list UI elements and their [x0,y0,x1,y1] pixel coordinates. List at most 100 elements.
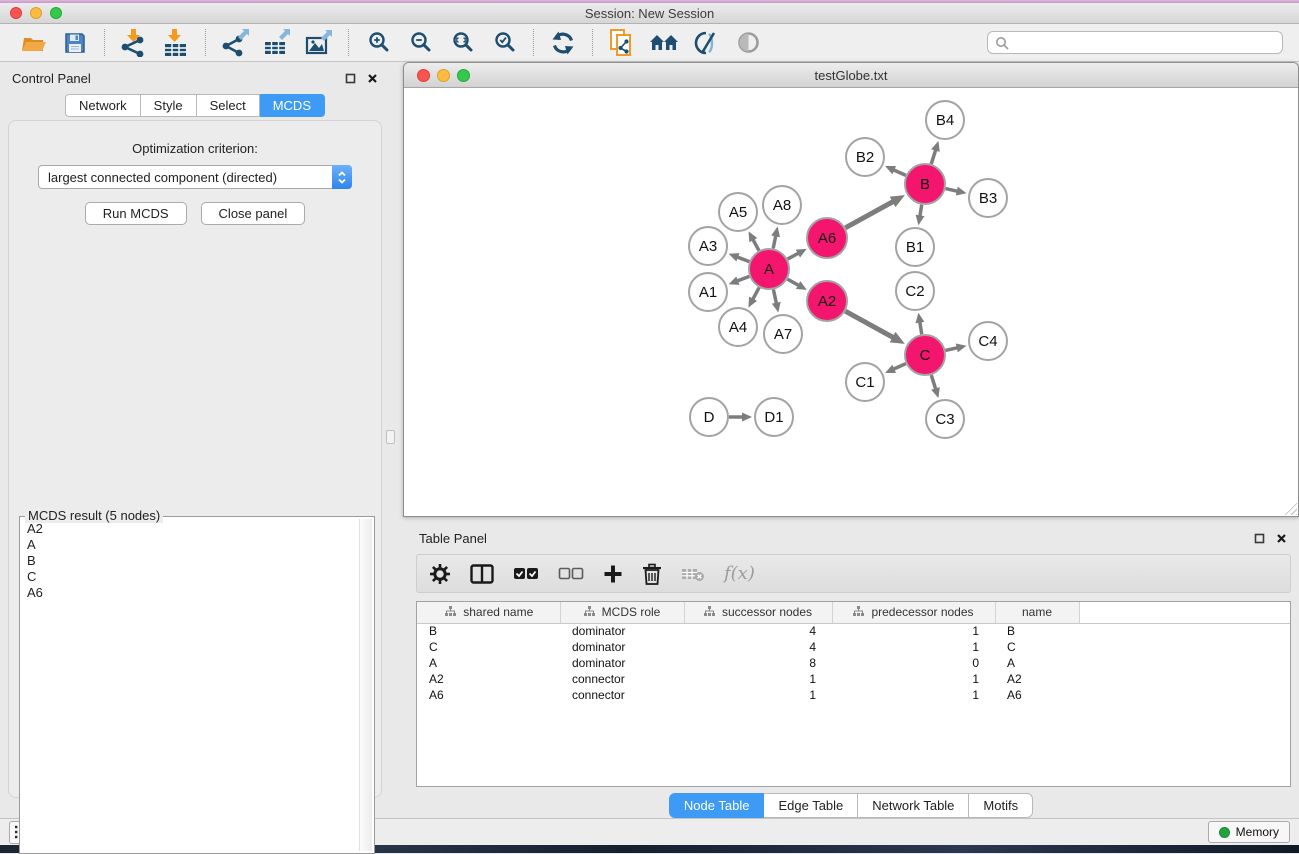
minimize-traffic-light[interactable] [437,69,450,82]
settings-gear-icon[interactable] [429,563,451,585]
cell-mcds_role[interactable]: connector [560,671,684,687]
tab-network[interactable]: Network [65,94,141,117]
open-session-icon[interactable] [16,27,50,59]
select-all-icon[interactable] [513,567,539,581]
cell-predecessor_nodes[interactable]: 1 [832,671,995,687]
cell-name[interactable]: A [995,655,1079,671]
export-image-icon[interactable] [302,27,336,59]
cell-successor_nodes[interactable]: 8 [684,655,832,671]
cell-successor_nodes[interactable]: 1 [684,671,832,687]
table-row[interactable]: Bdominator41B [417,623,1290,639]
cell-name[interactable]: B [995,623,1079,639]
zoom-selected-icon[interactable] [487,27,521,59]
cell-successor_nodes[interactable]: 1 [684,687,832,703]
table-row[interactable]: Adominator80A [417,655,1290,671]
deselect-all-icon[interactable] [558,567,584,581]
cell-mcds_role[interactable]: connector [560,687,684,703]
edge-A-A5[interactable] [753,239,759,250]
edge-C-C3[interactable] [931,375,935,389]
export-table-icon[interactable] [260,27,294,59]
close-traffic-light[interactable] [10,7,22,19]
edge-B-B1[interactable] [920,205,922,217]
cell-shared_name[interactable]: A2 [417,671,560,687]
close-panel-icon[interactable] [367,73,378,84]
edge-A-A2[interactable] [787,279,799,285]
export-network-icon[interactable] [218,27,252,59]
edge-A2-C[interactable] [845,311,893,337]
cell-name[interactable]: C [995,639,1079,655]
column-header-predecessor_nodes[interactable]: predecessor nodes [832,602,995,623]
function-builder-icon[interactable]: f(x) [724,563,755,584]
zoom-traffic-light[interactable] [457,69,470,82]
close-panel-button[interactable]: Close panel [201,202,306,225]
result-item[interactable]: A6 [22,585,356,601]
edge-B-B3[interactable] [945,189,957,192]
edge-A-A4[interactable] [753,288,759,300]
graphics-details-icon[interactable] [689,27,723,59]
column-header-shared_name[interactable]: shared name [417,602,560,623]
result-item[interactable]: A2 [22,521,356,537]
tab-motifs[interactable]: Motifs [969,793,1033,818]
cell-predecessor_nodes[interactable]: 1 [832,639,995,655]
delete-column-icon[interactable] [642,563,662,585]
float-panel-icon[interactable] [345,73,356,84]
cell-mcds_role[interactable]: dominator [560,655,684,671]
cell-shared_name[interactable]: C [417,639,560,655]
edge-B-B4[interactable] [931,150,935,164]
tab-mcds[interactable]: MCDS [260,94,325,117]
refresh-icon[interactable] [546,27,580,59]
zoom-fit-icon[interactable] [445,27,479,59]
edge-A-A6[interactable] [788,253,799,259]
network-home-icon[interactable] [647,27,681,59]
cell-predecessor_nodes[interactable]: 0 [832,655,995,671]
cell-shared_name[interactable]: A [417,655,560,671]
tab-network-table[interactable]: Network Table [858,793,969,818]
splitter-grip[interactable] [386,430,395,444]
close-traffic-light[interactable] [417,69,430,82]
edge-A-A8[interactable] [773,235,776,248]
cell-mcds_role[interactable]: dominator [560,639,684,655]
split-view-icon[interactable] [470,564,494,584]
cell-shared_name[interactable]: A6 [417,687,560,703]
table-row[interactable]: A6connector11A6 [417,687,1290,703]
cell-mcds_role[interactable]: dominator [560,623,684,639]
edge-C-C4[interactable] [945,348,957,351]
cell-name[interactable]: A6 [995,687,1079,703]
edge-A6-B[interactable] [845,201,893,227]
result-item[interactable]: A [22,537,356,553]
duplicate-network-icon[interactable] [605,27,639,59]
cell-predecessor_nodes[interactable]: 1 [832,623,995,639]
save-session-icon[interactable] [58,27,92,59]
edge-A-A7[interactable] [773,290,776,304]
add-column-icon[interactable] [603,564,623,584]
edge-C-C1[interactable] [893,364,906,370]
minimize-traffic-light[interactable] [30,7,42,19]
edge-C-C2[interactable] [920,322,922,335]
tab-node-table[interactable]: Node Table [669,793,765,818]
tab-style[interactable]: Style [141,94,197,117]
zoom-out-icon[interactable] [403,27,437,59]
delete-table-icon[interactable] [681,566,705,582]
close-panel-icon[interactable] [1276,533,1287,544]
cell-name[interactable]: A2 [995,671,1079,687]
edge-B-B2[interactable] [893,170,906,176]
result-scrollbar[interactable] [359,519,372,851]
cell-successor_nodes[interactable]: 4 [684,623,832,639]
panel-splitter[interactable] [390,62,403,818]
optimization-criterion-select[interactable]: largest connected component (directed) [38,165,352,189]
birds-eye-view-icon[interactable] [731,27,765,59]
float-panel-icon[interactable] [1254,533,1265,544]
column-header-successor_nodes[interactable]: successor nodes [684,602,832,623]
cell-successor_nodes[interactable]: 4 [684,639,832,655]
zoom-traffic-light[interactable] [50,7,62,19]
table-row[interactable]: Cdominator41C [417,639,1290,655]
tab-edge-table[interactable]: Edge Table [764,793,858,818]
result-item[interactable]: C [22,569,356,585]
search-field[interactable] [987,31,1283,54]
column-header-mcds_role[interactable]: MCDS role [560,602,684,623]
memory-button[interactable]: Memory [1208,821,1290,843]
cell-predecessor_nodes[interactable]: 1 [832,687,995,703]
run-mcds-button[interactable]: Run MCDS [85,202,187,225]
import-network-icon[interactable] [117,27,151,59]
cell-shared_name[interactable]: B [417,623,560,639]
